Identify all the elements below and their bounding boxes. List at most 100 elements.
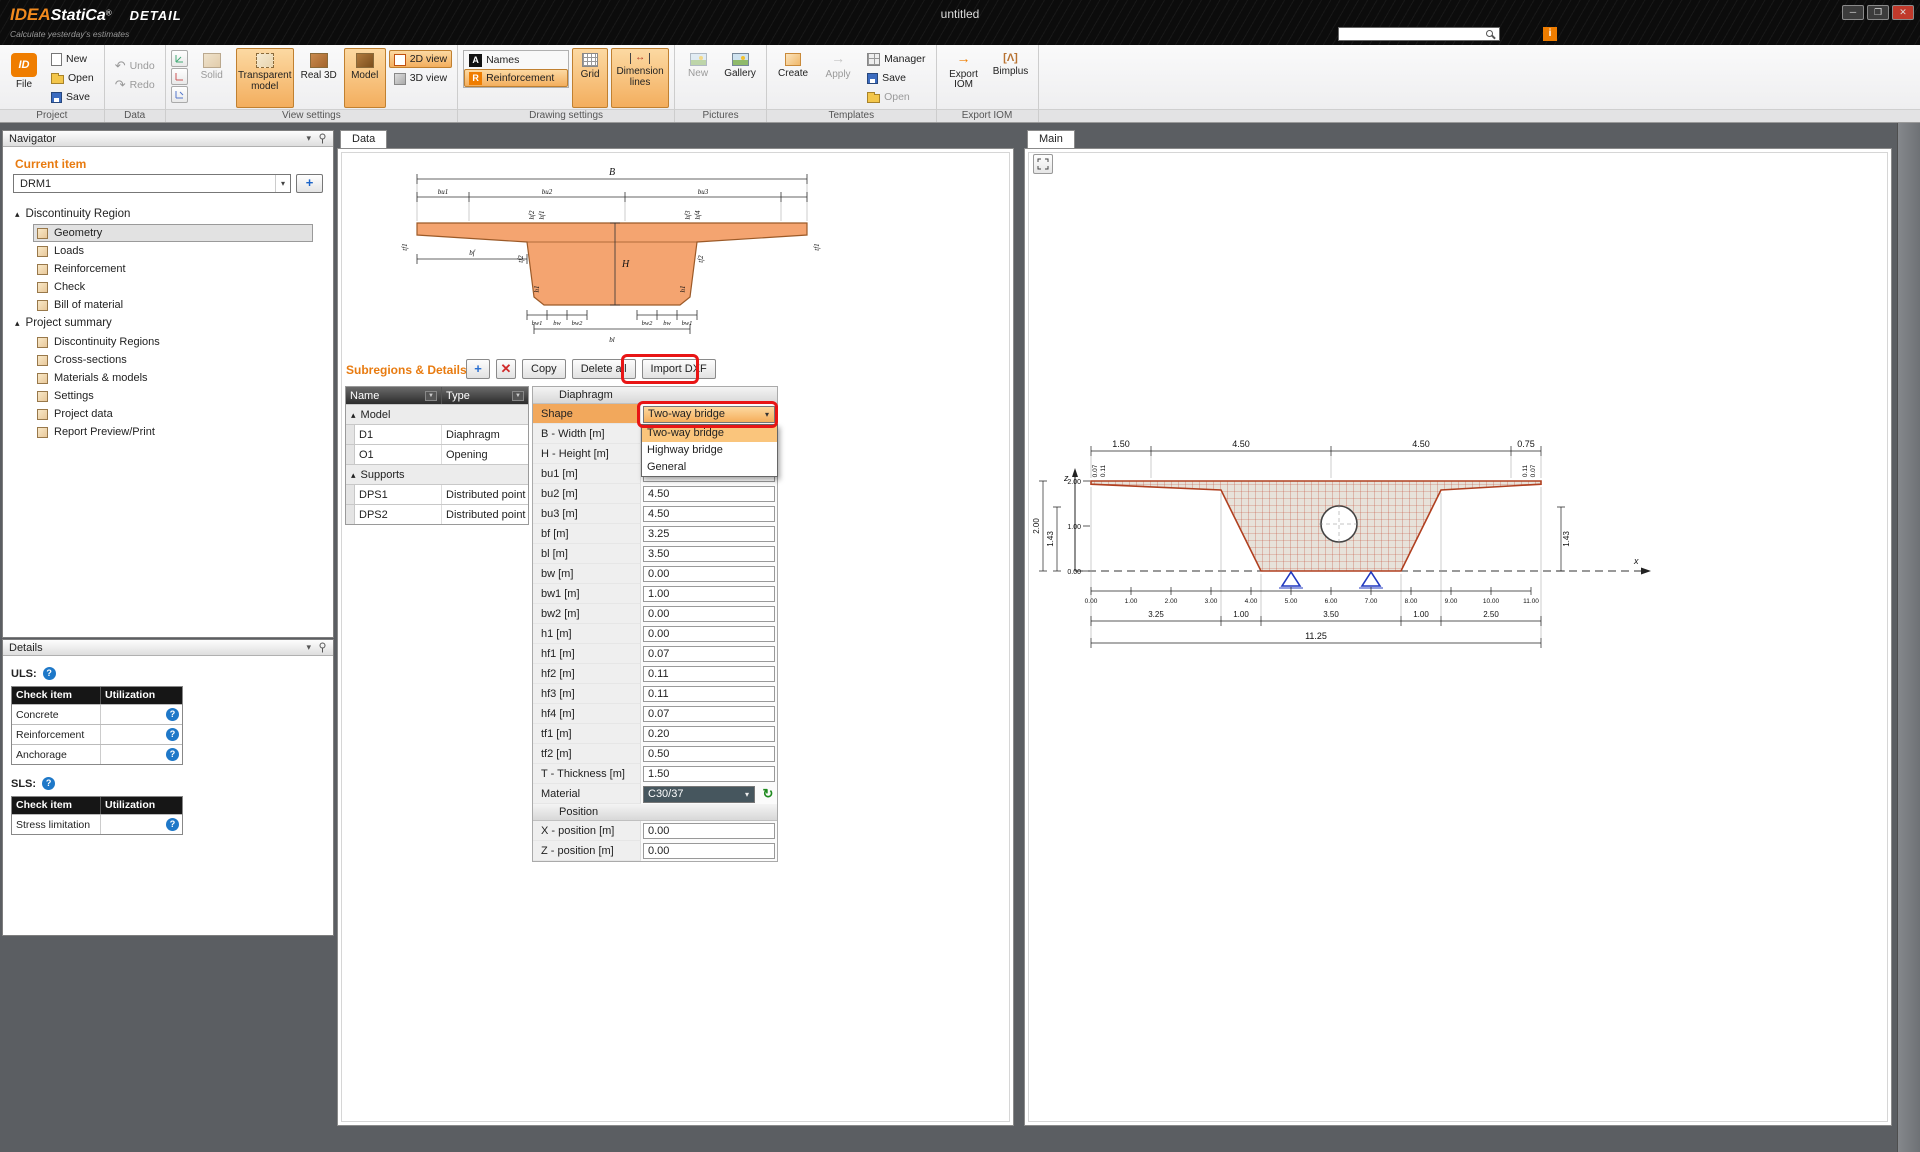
add-region-button[interactable]: + — [296, 174, 323, 193]
table-row[interactable]: D1 Diaphragm — [346, 424, 528, 444]
maximize-button[interactable]: ❐ — [1867, 5, 1889, 20]
copy-button[interactable]: Copy — [522, 359, 566, 379]
tree-item[interactable]: Materials & models — [33, 369, 313, 387]
dropdown-option[interactable]: Two-way bridge — [642, 425, 777, 442]
real-3d-button[interactable]: Real 3D — [297, 48, 341, 108]
help-icon[interactable]: ? — [166, 748, 179, 761]
material-combobox[interactable]: C30/37 — [643, 786, 755, 803]
view-orientation-button-3[interactable] — [171, 86, 188, 103]
apply-template-button[interactable]: Apply — [817, 48, 859, 108]
tree-item[interactable]: Geometry — [33, 224, 313, 242]
pin-icon[interactable] — [318, 642, 327, 653]
current-item-combobox[interactable]: DRM1 — [13, 174, 291, 193]
table-row[interactable]: DPS1 Distributed point — [346, 484, 528, 504]
reinforcement-button[interactable]: Reinforcement — [464, 69, 568, 87]
table-row[interactable]: DPS2 Distributed point — [346, 504, 528, 524]
minimize-button[interactable]: ─ — [1842, 5, 1864, 20]
prop-value-input[interactable]: 0.11 — [643, 666, 775, 682]
tree-item[interactable]: Cross-sections — [33, 351, 313, 369]
export-iom-button[interactable]: Export IOM — [942, 48, 986, 108]
redo-button[interactable]: Redo — [110, 76, 160, 94]
tree-expander-icon[interactable] — [15, 208, 20, 220]
prop-value-input[interactable]: 1.50 — [643, 766, 775, 782]
prop-value-input[interactable]: 0.00 — [643, 843, 775, 859]
prop-value-input[interactable]: 0.00 — [643, 606, 775, 622]
prop-value-input[interactable]: 0.11 — [643, 686, 775, 702]
chevron-down-icon[interactable] — [306, 642, 311, 653]
template-save-button[interactable]: Save — [862, 69, 930, 87]
dropdown-option[interactable]: Highway bridge — [642, 442, 777, 459]
tree-item[interactable]: Bill of material — [33, 296, 313, 314]
save-button[interactable]: Save — [46, 88, 99, 106]
prop-value-input[interactable]: 4.50 — [643, 506, 775, 522]
tree-item[interactable]: Loads — [33, 242, 313, 260]
import-dxf-button[interactable]: Import DXF — [642, 359, 716, 379]
prop-value-input[interactable]: 3.50 — [643, 546, 775, 562]
search-input[interactable] — [1338, 27, 1500, 41]
model-button[interactable]: Model — [344, 48, 386, 108]
group-row-model[interactable]: Model — [346, 404, 528, 424]
tree-group-project-summary[interactable]: Project summary — [7, 314, 329, 333]
names-button[interactable]: Names — [464, 51, 568, 69]
help-icon[interactable]: ? — [43, 667, 56, 680]
help-icon[interactable]: ? — [166, 728, 179, 741]
tab-data[interactable]: Data — [340, 130, 387, 148]
prop-value-input[interactable]: 0.20 — [643, 726, 775, 742]
open-button[interactable]: Open — [46, 69, 99, 87]
right-dock-strip[interactable] — [1897, 123, 1920, 1152]
dimension-lines-button[interactable]: Dimension lines — [611, 48, 669, 108]
prop-value-input[interactable]: 0.00 — [643, 626, 775, 642]
chevron-down-icon[interactable] — [306, 133, 311, 144]
prop-value-input[interactable]: 0.50 — [643, 746, 775, 762]
help-icon[interactable]: ? — [42, 777, 55, 790]
group-row-supports[interactable]: Supports — [346, 464, 528, 484]
tree-item[interactable]: Reinforcement — [33, 260, 313, 278]
delete-subregion-button[interactable]: ✕ — [496, 359, 516, 379]
2d-view-button[interactable]: 2D view — [389, 50, 452, 68]
pin-icon[interactable] — [318, 133, 327, 144]
help-icon[interactable]: ? — [166, 708, 179, 721]
prop-value-input[interactable]: 0.00 — [643, 823, 775, 839]
shape-combobox[interactable]: Two-way bridge — [643, 406, 775, 423]
filter-icon[interactable] — [512, 391, 524, 401]
transparent-model-button[interactable]: Transparent model — [236, 48, 294, 108]
prop-value-input[interactable]: 3.25 — [643, 526, 775, 542]
group-expander-icon[interactable] — [351, 409, 356, 421]
create-template-button[interactable]: Create — [772, 48, 814, 108]
new-picture-button[interactable]: New — [680, 48, 716, 108]
tree-item[interactable]: Settings — [33, 387, 313, 405]
table-row[interactable]: O1 Opening — [346, 444, 528, 464]
close-button[interactable]: ✕ — [1892, 5, 1914, 20]
refresh-material-icon[interactable] — [760, 786, 776, 802]
bridge-section-drawing[interactable]: z x — [1031, 421, 1679, 661]
bimplus-button[interactable]: Bimplus — [989, 48, 1033, 108]
prop-value-input[interactable]: 1.00 — [643, 586, 775, 602]
add-subregion-button[interactable]: + — [466, 359, 490, 379]
view-orientation-button-2[interactable] — [171, 68, 188, 85]
template-open-button[interactable]: Open — [862, 88, 930, 106]
3d-view-button[interactable]: 3D view — [389, 69, 452, 87]
view-orientation-button-1[interactable] — [171, 50, 188, 67]
tree-item[interactable]: Report Preview/Print — [33, 423, 313, 441]
dropdown-option[interactable]: General — [642, 459, 777, 476]
delete-all-button[interactable]: Delete all — [572, 359, 636, 379]
info-button[interactable]: i — [1543, 27, 1557, 41]
template-manager-button[interactable]: Manager — [862, 50, 930, 68]
tree-expander-icon[interactable] — [15, 317, 20, 329]
tree-item[interactable]: Project data — [33, 405, 313, 423]
new-button[interactable]: New — [46, 50, 99, 68]
solid-button[interactable]: Solid — [191, 48, 233, 108]
group-expander-icon[interactable] — [351, 469, 356, 481]
cross-section-diagram[interactable]: B bu1 bu2 bu3 hf2 hf1 hf3 hf4 tf1 tf1 tf… — [395, 163, 831, 345]
prop-value-input[interactable]: 0.00 — [643, 566, 775, 582]
file-button[interactable]: File — [5, 48, 43, 108]
prop-value-input[interactable]: 0.07 — [643, 646, 775, 662]
grid-button[interactable]: Grid — [572, 48, 608, 108]
tree-item[interactable]: Discontinuity Regions — [33, 333, 313, 351]
gallery-button[interactable]: Gallery — [719, 48, 761, 108]
zoom-fit-button[interactable] — [1033, 154, 1053, 174]
filter-icon[interactable] — [425, 391, 437, 401]
tree-item[interactable]: Check — [33, 278, 313, 296]
help-icon[interactable]: ? — [166, 818, 179, 831]
prop-value-input[interactable]: 0.07 — [643, 706, 775, 722]
